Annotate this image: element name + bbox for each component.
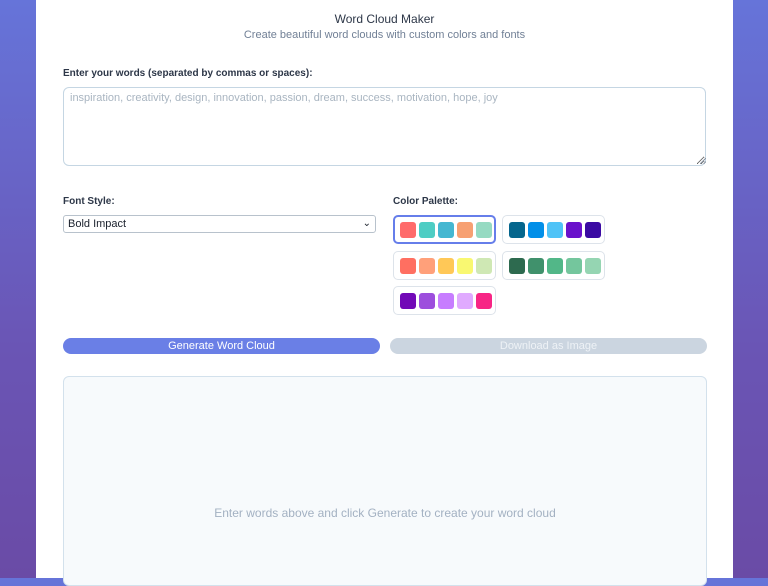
color-swatch [528, 221, 544, 238]
color-swatch [509, 257, 525, 274]
color-palette-label: Color Palette: [393, 196, 459, 207]
word-cloud-canvas: Enter words above and click Generate to … [63, 376, 707, 586]
color-swatch [585, 221, 601, 238]
color-swatch [457, 257, 473, 274]
color-swatch [438, 257, 454, 274]
color-swatch [419, 257, 435, 274]
palette-option-2[interactable] [502, 215, 605, 244]
color-swatch [476, 292, 492, 309]
color-swatch [419, 221, 435, 238]
resize-handle-icon[interactable] [700, 158, 706, 164]
color-swatch [528, 257, 544, 274]
font-style-label: Font Style: [63, 196, 115, 207]
color-swatch [438, 221, 454, 238]
palette-option-4[interactable] [502, 251, 605, 280]
color-swatch [457, 221, 473, 238]
color-swatch [457, 292, 473, 309]
color-swatch [566, 257, 582, 274]
color-swatch [547, 221, 563, 238]
palette-option-5[interactable] [393, 286, 496, 315]
color-swatch [585, 257, 601, 274]
font-style-select[interactable]: Bold Impact ⌄ [63, 215, 376, 233]
palette-option-3[interactable] [393, 251, 496, 280]
color-swatch [400, 257, 416, 274]
generate-word-cloud-button[interactable]: Generate Word Cloud [63, 338, 380, 354]
main-card: Word Cloud Maker Create beautiful word c… [36, 0, 733, 586]
color-swatch [476, 257, 492, 274]
words-input[interactable] [63, 87, 706, 166]
color-swatch [400, 221, 416, 238]
download-image-button[interactable]: Download as Image [390, 338, 707, 354]
palette-option-1[interactable] [393, 215, 496, 244]
color-swatch [419, 292, 435, 309]
color-swatch [400, 292, 416, 309]
font-style-selected-value: Bold Impact [68, 218, 127, 230]
color-swatch [566, 221, 582, 238]
color-swatch [438, 292, 454, 309]
empty-state-message: Enter words above and click Generate to … [214, 506, 556, 520]
color-swatch [476, 221, 492, 238]
page-subtitle: Create beautiful word clouds with custom… [243, 29, 526, 41]
page-title: Word Cloud Maker [334, 12, 435, 26]
color-swatch [547, 257, 563, 274]
words-label: Enter your words (separated by commas or… [63, 68, 313, 79]
chevron-down-icon: ⌄ [362, 218, 371, 229]
color-swatch [509, 221, 525, 238]
